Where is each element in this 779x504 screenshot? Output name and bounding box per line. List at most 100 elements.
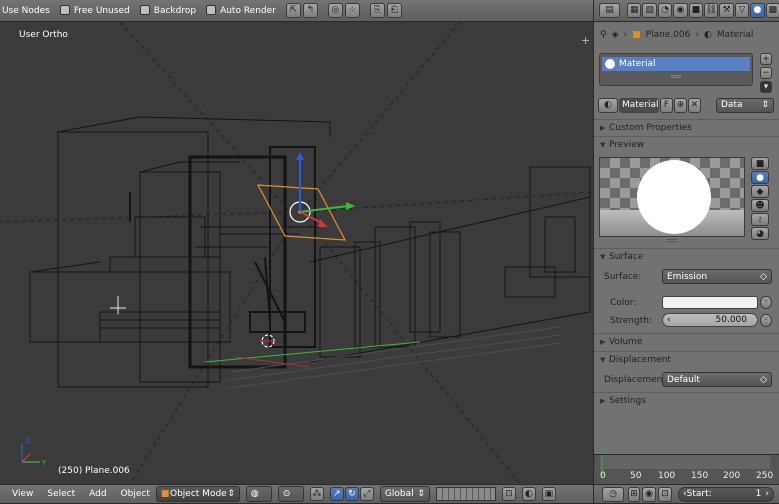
world-tab-icon[interactable]: ◉ [673,3,688,18]
pivot-icon: ⊙ [282,489,291,499]
texture-tab-icon[interactable]: ▩ [765,3,779,18]
preview-hair-icon[interactable]: ≀ [751,213,769,226]
rotate-icon[interactable]: ↻ [344,487,359,501]
orientation-dropdown[interactable]: Global ⇕ [379,486,430,502]
magnet-icon[interactable]: ◎ [327,3,343,18]
section-displacement[interactable]: ▼ Displacement [594,351,779,367]
snap-icon[interactable]: ⇱ [285,3,301,18]
timeline-editor-icon[interactable]: ◷ [602,486,624,502]
pivot-dropdown[interactable]: ⊙ [277,486,304,502]
add-slot-icon[interactable]: + [760,53,772,65]
auto-render-check-icon[interactable] [206,5,217,15]
select-menu[interactable]: Select [47,489,75,499]
link-type-label: Data [721,100,743,110]
render-icon[interactable]: ◐ [521,487,536,501]
timeline[interactable]: 0 50 100 150 200 250 [593,454,779,484]
keying-lock-icon[interactable]: ⊡ [658,486,672,502]
tick-label: 100 [658,471,676,481]
editor-type-icon[interactable]: ▤ [599,3,621,18]
auto-key-icon[interactable]: ◉ [642,486,656,502]
strength-field[interactable]: ‹ 50.000 [662,313,758,327]
strength-link-icon[interactable]: ◦ [760,314,772,327]
parent-node-icon[interactable]: ↰ [302,3,318,18]
tick-label: 200 [723,471,741,481]
scene-tab-icon[interactable]: ◔ [657,3,673,18]
translate-icon[interactable]: ↗ [329,487,344,501]
pin-icon[interactable]: ⚲ [600,30,607,40]
view-menu[interactable]: View [12,489,33,499]
add-material-icon[interactable]: ⊕ [674,97,687,113]
mesh-icon: ◈ [611,30,619,40]
section-preview[interactable]: ▼ Preview [594,136,779,152]
free-unused-check-icon[interactable] [59,5,70,15]
manipulator-toggle-icon[interactable]: ⁂ [309,487,324,501]
object-menu[interactable]: Object [121,489,150,499]
mode-dropdown[interactable]: ■ Object Mode ⇕ [155,486,240,502]
free-unused-checkbox[interactable]: Free Unused [59,5,130,16]
timeline-menu-icon[interactable]: ⊞ [628,486,640,502]
use-nodes-label[interactable]: Use Nodes [2,6,50,16]
backdrop-check-icon[interactable] [139,5,150,15]
constraints-tab-icon[interactable]: ⛓ [704,3,719,18]
settings-title: Settings [609,396,646,406]
section-volume[interactable]: ▶ Volume [594,333,779,349]
preview-cube-icon[interactable]: ◆ [751,185,769,198]
preview-monkey-icon[interactable]: ☻ [751,199,769,212]
displacement-value: Default [667,374,700,385]
preview-world-icon[interactable]: ◕ [751,227,769,240]
slot-specials-icon[interactable]: ▾ [760,81,772,93]
object-tab-icon[interactable]: ■ [688,3,704,18]
breadcrumb-separator-icon: › [623,30,628,40]
auto-render-label: Auto Render [220,6,276,16]
start-frame-field[interactable]: ‹ Start: 1 › [678,486,774,502]
color-link-icon[interactable]: ◦ [760,296,772,309]
remove-slot-icon[interactable]: − [760,67,772,79]
breadcrumb-material: Material [716,30,754,40]
browse-material-icon[interactable]: ◐ [598,97,618,113]
breadcrumb-object: Plane.006 [645,30,691,40]
expanded-triangle-icon: ▼ [600,356,606,364]
unlink-material-icon[interactable]: ✕ [688,97,701,113]
section-surface[interactable]: ▼ Surface [594,248,779,264]
snap-element-icon[interactable]: ⁘ [344,3,360,18]
render-tab-icon[interactable]: ▦ [627,3,642,18]
modifiers-tab-icon[interactable]: ⚒ [719,3,734,18]
3d-viewport[interactable]: Z Y User Ortho + (250) Plane.006 [0,22,593,484]
list-resize-handle[interactable] [671,75,681,78]
section-custom-properties[interactable]: ▶ Custom Properties [594,119,779,135]
layers-tab-icon[interactable]: ▧ [642,3,657,18]
material-tab-icon[interactable]: ● [750,3,765,18]
backdrop-checkbox[interactable]: Backdrop [139,5,196,16]
link-type-dropdown[interactable]: Data ⇕ [716,97,774,113]
start-label: Start: [686,489,712,499]
copy-nodes-icon[interactable]: ⎘ [369,3,385,18]
displacement-chevron-icon: ◇ [760,374,767,385]
preview-flat-icon[interactable]: ■ [751,157,769,170]
preview-sphere-icon[interactable]: ● [751,171,769,184]
add-menu[interactable]: Add [89,489,106,499]
data-tab-icon[interactable]: ▽ [734,3,750,18]
tick-label: 250 [756,471,774,481]
camera-icon[interactable]: ▣ [541,487,556,501]
material-preview [599,157,745,237]
svg-text:Y: Y [41,459,47,467]
add-region-icon[interactable]: + [581,35,591,46]
shading-dropdown[interactable]: ◍ [245,486,272,502]
fake-user-button[interactable]: F [660,97,673,113]
layers-grid-icon[interactable] [435,487,496,501]
displacement-dropdown[interactable]: Default ◇ [662,372,772,387]
preview-resize-handle[interactable] [667,239,677,242]
surface-shader-dropdown[interactable]: Emission ◇ [662,269,772,284]
scale-icon[interactable]: ⤢ [359,487,374,501]
mode-label: Object Mode [170,489,227,499]
material-slot[interactable]: Material [602,57,750,71]
lock-icon[interactable]: ⊡ [501,487,516,501]
frame-increment-icon[interactable]: › [765,489,769,499]
color-swatch[interactable] [662,296,758,309]
properties-panel: ▤ ▦ ▧ ◔ ◉ ■ ⛓ ⚒ ▽ ● ▩ ⚲ ◈ › ■ Plane.006 … [593,0,779,454]
material-name-field[interactable]: Material [619,97,659,113]
paste-nodes-icon[interactable]: ⎗ [386,3,402,18]
decrement-icon[interactable]: ‹ [667,315,671,325]
section-settings[interactable]: ▶ Settings [594,392,779,408]
auto-render-checkbox[interactable]: Auto Render [206,5,276,16]
